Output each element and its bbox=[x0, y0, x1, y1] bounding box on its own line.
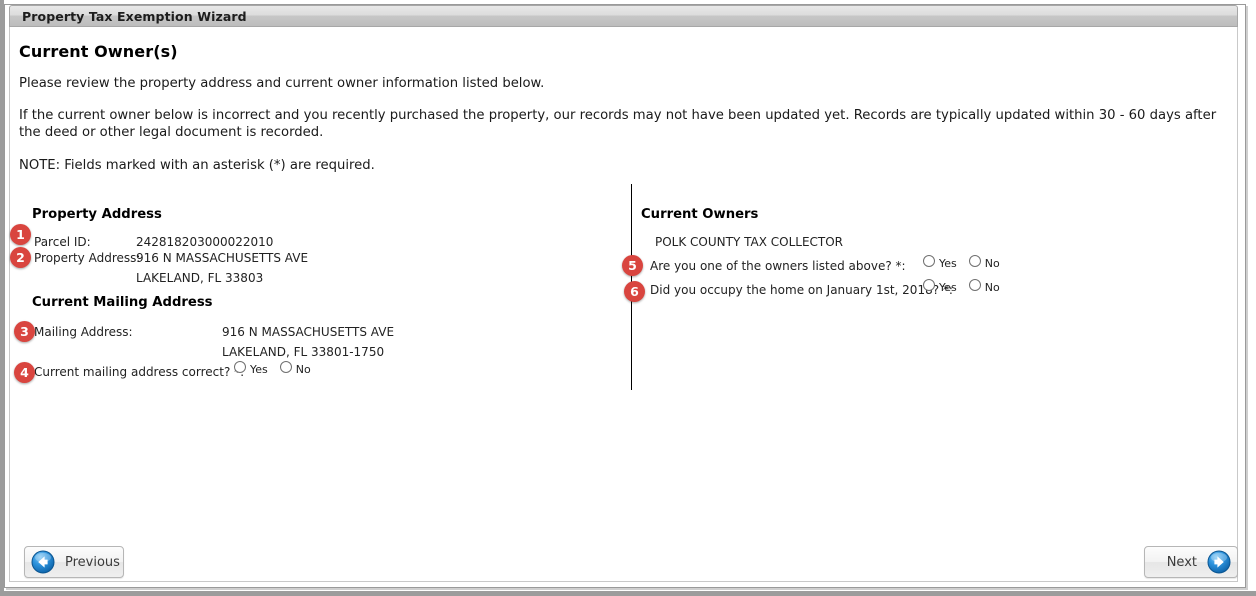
window-title-bar: Property Tax Exemption Wizard bbox=[9, 5, 1238, 27]
window-right-edge bbox=[1252, 0, 1256, 596]
owner-confirmation-no-radio[interactable] bbox=[968, 254, 981, 267]
occupancy-yes-radio[interactable] bbox=[923, 278, 935, 291]
mailing-address-correct-label: Current mailing address correct? *: bbox=[34, 365, 245, 379]
window-bottom-edge bbox=[0, 591, 1256, 596]
mailing-address-line-2: LAKELAND, FL 33801-1750 bbox=[222, 345, 385, 359]
annotation-badge-5: 5 bbox=[622, 255, 643, 276]
wizard-content-panel: Current Owner(s) Please review the prope… bbox=[9, 27, 1238, 582]
current-owners-heading: Current Owners bbox=[641, 207, 759, 222]
mailing-address-correct-yes-label[interactable]: Yes bbox=[250, 363, 268, 376]
owner-confirmation-radio-group[interactable]: Yes No bbox=[923, 254, 1008, 270]
required-fields-note: NOTE: Fields marked with an asterisk (*)… bbox=[19, 158, 375, 173]
next-button[interactable]: Next bbox=[1144, 546, 1238, 578]
occupancy-radio-group[interactable]: Yes No bbox=[923, 278, 1008, 294]
mailing-address-line-1: 916 N MASSACHUSETTS AVE bbox=[222, 325, 395, 339]
property-address-line-1: 916 N MASSACHUSETTS AVE bbox=[136, 251, 309, 265]
page-title: Current Owner(s) bbox=[19, 42, 178, 61]
previous-button-label: Previous bbox=[65, 554, 120, 570]
property-address-label: Property Address: bbox=[34, 251, 141, 265]
current-owner-name: POLK COUNTY TAX COLLECTOR bbox=[655, 235, 844, 249]
window-title: Property Tax Exemption Wizard bbox=[22, 8, 247, 24]
mailing-address-correct-yes-radio[interactable] bbox=[234, 360, 246, 373]
previous-button[interactable]: Previous bbox=[24, 546, 124, 578]
annotation-badge-1: 1 bbox=[10, 224, 31, 245]
parcel-id-label: Parcel ID: bbox=[34, 235, 91, 249]
occupancy-yes-label[interactable]: Yes bbox=[939, 281, 957, 294]
owner-confirmation-label: Are you one of the owners listed above? … bbox=[650, 259, 906, 273]
property-address-line-2: LAKELAND, FL 33803 bbox=[136, 271, 264, 285]
occupancy-no-radio[interactable] bbox=[968, 278, 981, 291]
property-address-heading: Property Address bbox=[32, 207, 162, 222]
owner-confirmation-yes-label[interactable]: Yes bbox=[939, 257, 957, 270]
annotation-badge-6: 6 bbox=[624, 281, 645, 302]
annotation-badge-4: 4 bbox=[14, 362, 35, 383]
arrow-left-icon bbox=[31, 550, 55, 574]
annotation-badge-2: 2 bbox=[10, 247, 31, 268]
occupancy-no-label[interactable]: No bbox=[985, 281, 1000, 294]
arrow-right-icon bbox=[1207, 550, 1231, 574]
occupancy-question-label: Did you occupy the home on January 1st, … bbox=[650, 283, 953, 297]
intro-paragraph-1: Please review the property address and c… bbox=[19, 76, 545, 91]
parcel-id-value: 242818203000022010 bbox=[136, 235, 274, 249]
mailing-address-heading: Current Mailing Address bbox=[32, 295, 213, 310]
owner-confirmation-no-label[interactable]: No bbox=[985, 257, 1000, 270]
annotation-badge-3: 3 bbox=[14, 321, 35, 342]
mailing-address-correct-no-radio[interactable] bbox=[279, 360, 292, 373]
mailing-address-label: Mailing Address: bbox=[34, 325, 133, 339]
mailing-address-correct-no-label[interactable]: No bbox=[296, 363, 311, 376]
next-button-label: Next bbox=[1166, 554, 1197, 570]
mailing-address-correct-radio-group[interactable]: Yes No bbox=[234, 360, 319, 376]
owner-confirmation-yes-radio[interactable] bbox=[923, 254, 935, 267]
intro-paragraph-2: If the current owner below is incorrect … bbox=[19, 108, 1217, 140]
